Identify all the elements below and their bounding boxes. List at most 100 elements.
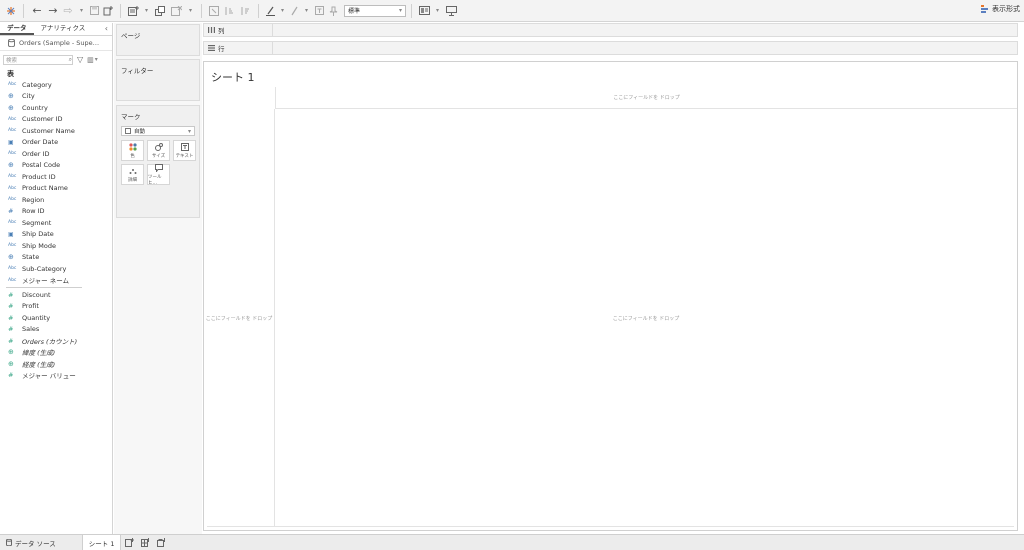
dimension-field[interactable]: Abc Customer Name [0,125,112,137]
detail-button[interactable]: 詳細 [121,164,144,185]
dimension-field[interactable]: Abc Customer ID [0,114,112,126]
show-cards-icon[interactable] [417,3,431,19]
filter-icon[interactable]: ▽ [77,55,83,64]
dimension-field[interactable]: Abc Product Name [0,183,112,195]
mark-type-select[interactable]: 自動 ▾ [121,126,195,136]
replay-icon[interactable]: ⇨ [61,3,75,19]
dimension-field[interactable]: ⊕ City [0,91,112,103]
sheet-title[interactable]: シート 1 [211,69,255,85]
columns-shelf[interactable]: 列 [203,23,1018,37]
sort-descending-icon[interactable] [237,3,253,19]
text-button[interactable]: テキスト [173,140,196,161]
new-datasource-icon[interactable] [101,3,115,19]
show-labels-icon[interactable] [312,3,326,19]
save-icon[interactable] [87,3,101,19]
search-row: 検索 ⌕ ▽ ▥ ▾ [0,53,112,66]
string-type-icon: Abc [8,277,17,283]
swap-rows-columns-icon[interactable] [207,3,221,19]
tableau-logo-icon[interactable] [4,3,18,19]
dimension-field[interactable]: ⊕ Postal Code [0,160,112,172]
columns-shelf-label: 列 [204,24,273,36]
show-cards-dropdown-icon[interactable]: ▾ [431,3,443,19]
dimension-field[interactable]: ⊕ State [0,252,112,264]
rows-drop-zone[interactable]: ここにフィールドを ドロップ [204,109,275,527]
collapse-pane-icon[interactable]: ‹ [105,24,108,33]
highlight-dropdown-icon[interactable]: ▾ [276,3,288,19]
pages-card-title: ページ [121,32,141,40]
dimension-field[interactable]: Abc Sub-Category [0,263,112,275]
tab-analytics[interactable]: アナリティクス [34,22,93,35]
string-type-icon: Abc [8,243,17,249]
dimension-field[interactable]: Abc Product ID [0,171,112,183]
filters-card[interactable]: フィルター [116,59,200,101]
group-icon[interactable] [288,3,300,19]
measure-field[interactable]: # Quantity [0,312,112,324]
color-button-label: 色 [130,153,135,159]
tooltip-button-label: ツールヒ… [148,174,162,186]
globe-icon: ⊕ [8,359,14,368]
replay-dropdown-icon[interactable]: ▾ [75,3,87,19]
automatic-mark-icon [125,128,131,134]
highlight-icon[interactable] [264,3,276,19]
pin-icon[interactable] [326,3,340,19]
clear-sheet-icon[interactable] [168,3,184,19]
datasource-item[interactable]: Orders (Sample - Supe… [0,36,112,51]
measure-field[interactable]: # Sales [0,324,112,336]
pages-card[interactable]: ページ [116,24,200,56]
measures-list: # Discount # Profit # Quantity # Sales # Orders (… [0,289,112,381]
dimension-measure-divider [6,287,82,288]
search-input[interactable]: 検索 ⌕ [3,54,73,65]
datasource-tab[interactable]: データ ソース [0,535,62,550]
measure-field[interactable]: # Profit [0,301,112,313]
dimension-field[interactable]: Abc Category [0,79,112,91]
measure-field[interactable]: # Orders (カウント) [0,335,112,347]
new-worksheet-dropdown-icon[interactable]: ▾ [140,3,152,19]
number-type-icon: # [8,336,14,345]
sort-ascending-icon[interactable] [221,3,237,19]
show-me-button[interactable]: 表示形式 [981,4,1020,14]
measure-field[interactable]: # Discount [0,289,112,301]
measure-field[interactable]: ⊕ 緯度 (生成) [0,347,112,359]
view-dropdown-icon[interactable]: ▾ [95,56,98,63]
dimension-field[interactable]: Abc Ship Mode [0,240,112,252]
group-dropdown-icon[interactable]: ▾ [300,3,312,19]
dimension-field[interactable]: Abc Segment [0,217,112,229]
color-button[interactable]: 色 [121,140,144,161]
mark-buttons: 色 サイズ テキスト 詳細 ツールヒ… [121,140,199,186]
dimension-field[interactable]: ▣ Order Date [0,137,112,149]
fit-select[interactable]: 標準 ▾ [344,4,406,17]
field-name: 経度 (生成) [22,360,56,369]
dimension-field[interactable]: ⊕ Country [0,102,112,114]
new-dashboard-tab-icon[interactable] [137,535,153,550]
sheet-tab-1[interactable]: シート 1 [81,534,122,550]
dimension-field[interactable]: ▣ Ship Date [0,229,112,241]
new-worksheet-tab-icon[interactable] [121,535,137,550]
show-me-label: 表示形式 [992,5,1020,13]
color-icon [128,142,137,153]
dimension-field[interactable]: Abc メジャー ネーム [0,275,112,287]
dimension-field[interactable]: Abc Region [0,194,112,206]
view-list-icon[interactable]: ▥ [87,56,94,64]
columns-icon [208,27,215,33]
tooltip-button[interactable]: ツールヒ… [147,163,170,186]
presentation-mode-icon[interactable] [443,3,459,19]
search-icon: ⌕ [68,55,72,63]
dimension-field[interactable]: # Row ID [0,206,112,218]
dimension-field[interactable]: Abc Order ID [0,148,112,160]
measure-field[interactable]: ⊕ 経度 (生成) [0,358,112,370]
string-type-icon: Abc [8,82,17,88]
duplicate-sheet-icon[interactable] [152,3,168,19]
main-drop-zone[interactable]: ここにフィールドを ドロップ [275,109,1017,527]
columns-drop-zone[interactable]: ここにフィールドを ドロップ [275,87,1017,109]
measure-field[interactable]: # メジャー バリュー [0,370,112,382]
new-worksheet-icon[interactable] [126,3,140,19]
size-button[interactable]: サイズ [147,140,170,161]
redo-icon[interactable]: → [45,3,61,19]
calendar-icon: ▣ [8,230,14,238]
tab-data[interactable]: データ [0,22,34,35]
rows-shelf[interactable]: 行 [203,41,1018,55]
undo-icon[interactable]: ← [29,3,45,19]
datasource-tab-label: データ ソース [15,539,56,548]
clear-dropdown-icon[interactable]: ▾ [184,3,196,19]
new-story-tab-icon[interactable] [153,535,169,550]
